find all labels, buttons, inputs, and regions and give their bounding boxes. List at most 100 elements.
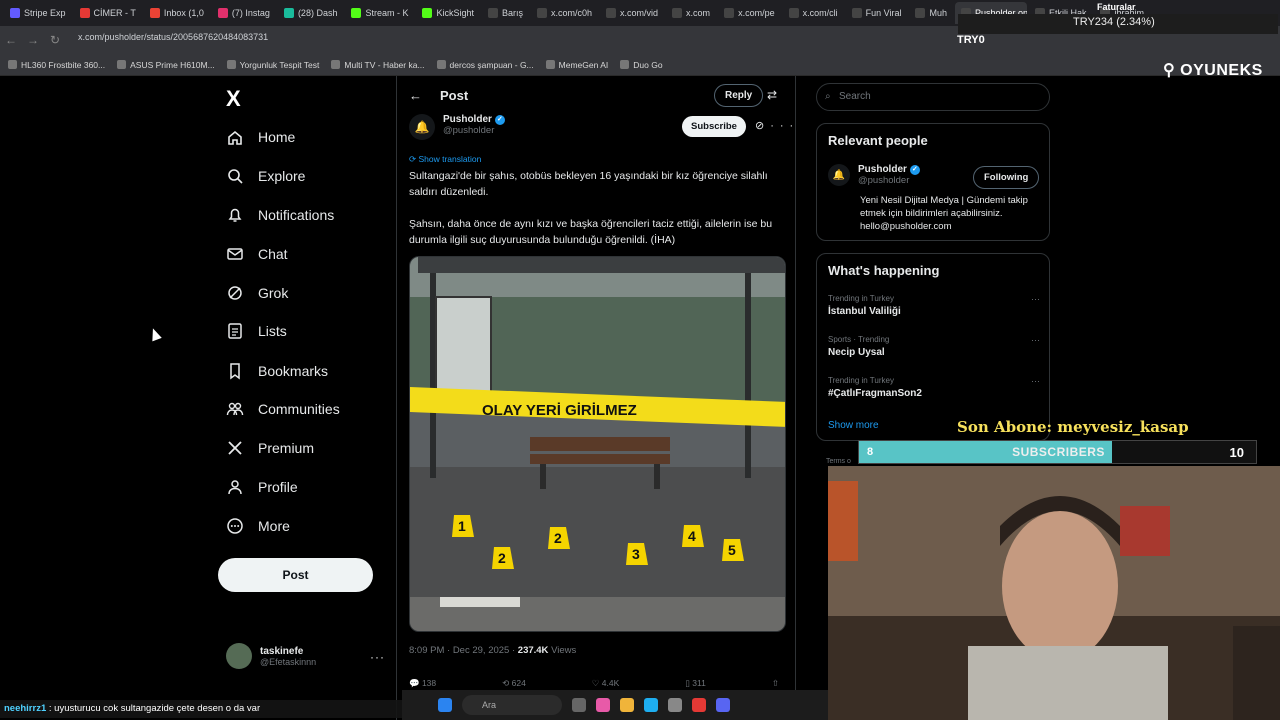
grok-icon xyxy=(228,286,242,300)
following-button[interactable]: Following xyxy=(973,166,1040,189)
post-actions: 💬 138 ⟲ 624 ♡ 4.4K ▯ 311 ⇧ xyxy=(409,678,779,689)
repost-action[interactable]: ⟲ 624 xyxy=(502,678,526,689)
show-translation-link[interactable]: ⟳ Show translation xyxy=(409,154,481,165)
trend-more-icon[interactable]: ··· xyxy=(1031,335,1040,345)
sub-target: 10 xyxy=(1229,444,1244,460)
x-logo[interactable]: X xyxy=(226,86,241,112)
browser-tab[interactable]: Stream - K xyxy=(345,2,414,24)
faturalar-label: Faturalar xyxy=(1097,2,1136,12)
post-meta: 8:09 PM · Dec 29, 2025 · 237.4K Views xyxy=(409,645,576,656)
bookmark-action[interactable]: ▯ 311 xyxy=(685,678,706,689)
url-input[interactable]: x.com/pusholder/status/20056876204840837… xyxy=(78,32,268,42)
nav-item-lists[interactable]: Lists xyxy=(226,322,287,340)
browser-tab[interactable]: Inbox (1,0 xyxy=(144,2,210,24)
nav-item-more[interactable]: More xyxy=(226,517,290,535)
nav-item-communities[interactable]: Communities xyxy=(226,400,340,418)
tab-label: x.com/pe xyxy=(738,8,775,18)
tab-favicon-icon xyxy=(724,8,735,18)
post-button[interactable]: Post xyxy=(218,558,373,592)
browser-tab[interactable]: Barış xyxy=(482,2,529,24)
show-more-link[interactable]: Show more xyxy=(828,420,879,431)
trend-item[interactable]: Trending in Turkey #ÇatlıFragmanSon2 ··· xyxy=(828,376,1040,399)
bookmark-favicon-icon xyxy=(331,60,341,69)
share-icon[interactable]: ⇧ xyxy=(772,678,779,689)
marker-number: 2 xyxy=(498,550,506,566)
nav-item-notifications[interactable]: Notifications xyxy=(226,206,334,224)
trend-more-icon[interactable]: ··· xyxy=(1031,294,1040,304)
tape-text: OLAY YERİ GİRİLMEZ xyxy=(482,402,637,419)
webcam-image xyxy=(828,466,1280,720)
verified-badge-icon: ✓ xyxy=(909,164,920,175)
reply-button[interactable]: Reply xyxy=(714,84,764,107)
windows-start-icon[interactable] xyxy=(438,698,452,712)
browser-tab[interactable]: x.com/vid xyxy=(600,2,664,24)
nav-item-grok[interactable]: Grok xyxy=(226,284,288,302)
trend-item[interactable]: Trending in Turkey İstanbul Valiliği ··· xyxy=(828,294,1040,317)
subscribe-button[interactable]: Subscribe xyxy=(682,116,746,137)
trend-more-icon[interactable]: ··· xyxy=(1031,376,1040,386)
browser-tab[interactable]: Stripe Exp xyxy=(4,2,72,24)
file-explorer-icon[interactable] xyxy=(620,698,634,712)
browser-tab[interactable]: (28) Dash xyxy=(278,2,344,24)
tab-label: Stream - K xyxy=(365,8,409,18)
post-image[interactable]: OLAY YERİ GİRİLMEZ 1 2 2 3 4 5 xyxy=(409,256,786,632)
bookmark-label: Yorgunluk Tespit Test xyxy=(239,59,320,70)
back-arrow-icon[interactable]: ← xyxy=(409,88,422,103)
tab-label: (7) Instag xyxy=(231,8,270,18)
tab-label: Stripe Exp xyxy=(24,8,66,18)
terms-link[interactable]: Terms o xyxy=(826,458,851,465)
nav-item-chat[interactable]: Chat xyxy=(226,245,288,263)
reload-icon[interactable]: ↻ xyxy=(44,33,66,47)
crime-scene-photo: OLAY YERİ GİRİLMEZ 1 2 2 3 4 5 xyxy=(410,257,785,631)
bookmarks-bar: HL360 Frostbite 360... ASUS Prime H610M..… xyxy=(0,54,1280,76)
browser-tab[interactable]: KickSight xyxy=(416,2,480,24)
bookmark-item[interactable]: MemeGen AI xyxy=(545,60,608,70)
windows-taskbar: Ara xyxy=(402,690,828,720)
post-author[interactable]: 🔔 Pusholder ✓ @pusholder xyxy=(409,114,505,140)
taskbar-search[interactable]: Ara xyxy=(462,695,562,715)
bookmark-item[interactable]: Yorgunluk Tespit Test xyxy=(226,59,320,70)
account-more-icon[interactable]: ··· xyxy=(370,650,385,664)
browser-tab[interactable]: x.com/pe xyxy=(718,2,781,24)
account-switcher[interactable]: taskinefe @Efetaskinnn xyxy=(226,643,316,669)
copilot-icon[interactable] xyxy=(596,698,610,712)
browser-tab[interactable]: Fun Viral xyxy=(846,2,908,24)
reply-action[interactable]: 💬 138 xyxy=(409,678,436,689)
store-icon[interactable] xyxy=(668,698,682,712)
bookmark-item[interactable]: ASUS Prime H610M... xyxy=(117,60,215,70)
relevant-person[interactable]: 🔔 Pusholder ✓ @pusholder xyxy=(828,164,920,186)
browser-tab[interactable]: x.com/cli xyxy=(783,2,844,24)
grok-icon[interactable]: ⊘ xyxy=(755,120,770,132)
bell-icon xyxy=(228,208,242,222)
trend-item[interactable]: Sports · Trending Necip Uysal ··· xyxy=(828,335,1040,358)
nav-item-profile[interactable]: Profile xyxy=(226,478,298,496)
person-bio: Yeni Nesil Dijital Medya | Gündemi takip… xyxy=(860,195,1028,232)
nav-item-explore[interactable]: Explore xyxy=(226,167,305,185)
browser-tab[interactable]: x.com/c0h xyxy=(531,2,598,24)
browser-tab[interactable]: (7) Instag xyxy=(212,2,276,24)
edge-icon[interactable] xyxy=(644,698,658,712)
task-view-icon[interactable] xyxy=(572,698,586,712)
bookmark-item[interactable]: dercos şampuan - G... xyxy=(436,60,534,70)
forward-icon[interactable]: → xyxy=(22,33,44,47)
nav-item-bookmarks[interactable]: Bookmarks xyxy=(226,362,328,380)
like-action[interactable]: ♡ 4.4K xyxy=(592,678,619,689)
opera-icon[interactable] xyxy=(692,698,706,712)
bookmark-item[interactable]: Duo Go xyxy=(620,60,663,70)
bookmark-item[interactable]: HL360 Frostbite 360... xyxy=(8,60,105,70)
author-avatar[interactable]: 🔔 xyxy=(409,114,435,140)
search-input[interactable]: ⌕ Search xyxy=(816,83,1050,111)
more-icon[interactable]: ··· xyxy=(770,120,799,132)
back-icon[interactable]: ← xyxy=(0,33,22,47)
settings-sliders-icon[interactable]: ⇄ xyxy=(767,88,777,102)
person-avatar[interactable]: 🔔 xyxy=(828,164,850,186)
browser-tab[interactable]: Muh xyxy=(909,2,953,24)
nav-item-label: Chat xyxy=(258,246,288,262)
browser-tab[interactable]: x.com xyxy=(666,2,716,24)
sub-label: SUBSCRIBERS xyxy=(1012,445,1105,459)
bookmark-item[interactable]: Multi TV - Haber ka... xyxy=(331,60,425,70)
discord-icon[interactable] xyxy=(716,698,730,712)
nav-item-home[interactable]: Home xyxy=(226,128,295,146)
nav-item-premium[interactable]: Premium xyxy=(226,439,314,457)
browser-tab[interactable]: CİMER - T xyxy=(74,2,142,24)
